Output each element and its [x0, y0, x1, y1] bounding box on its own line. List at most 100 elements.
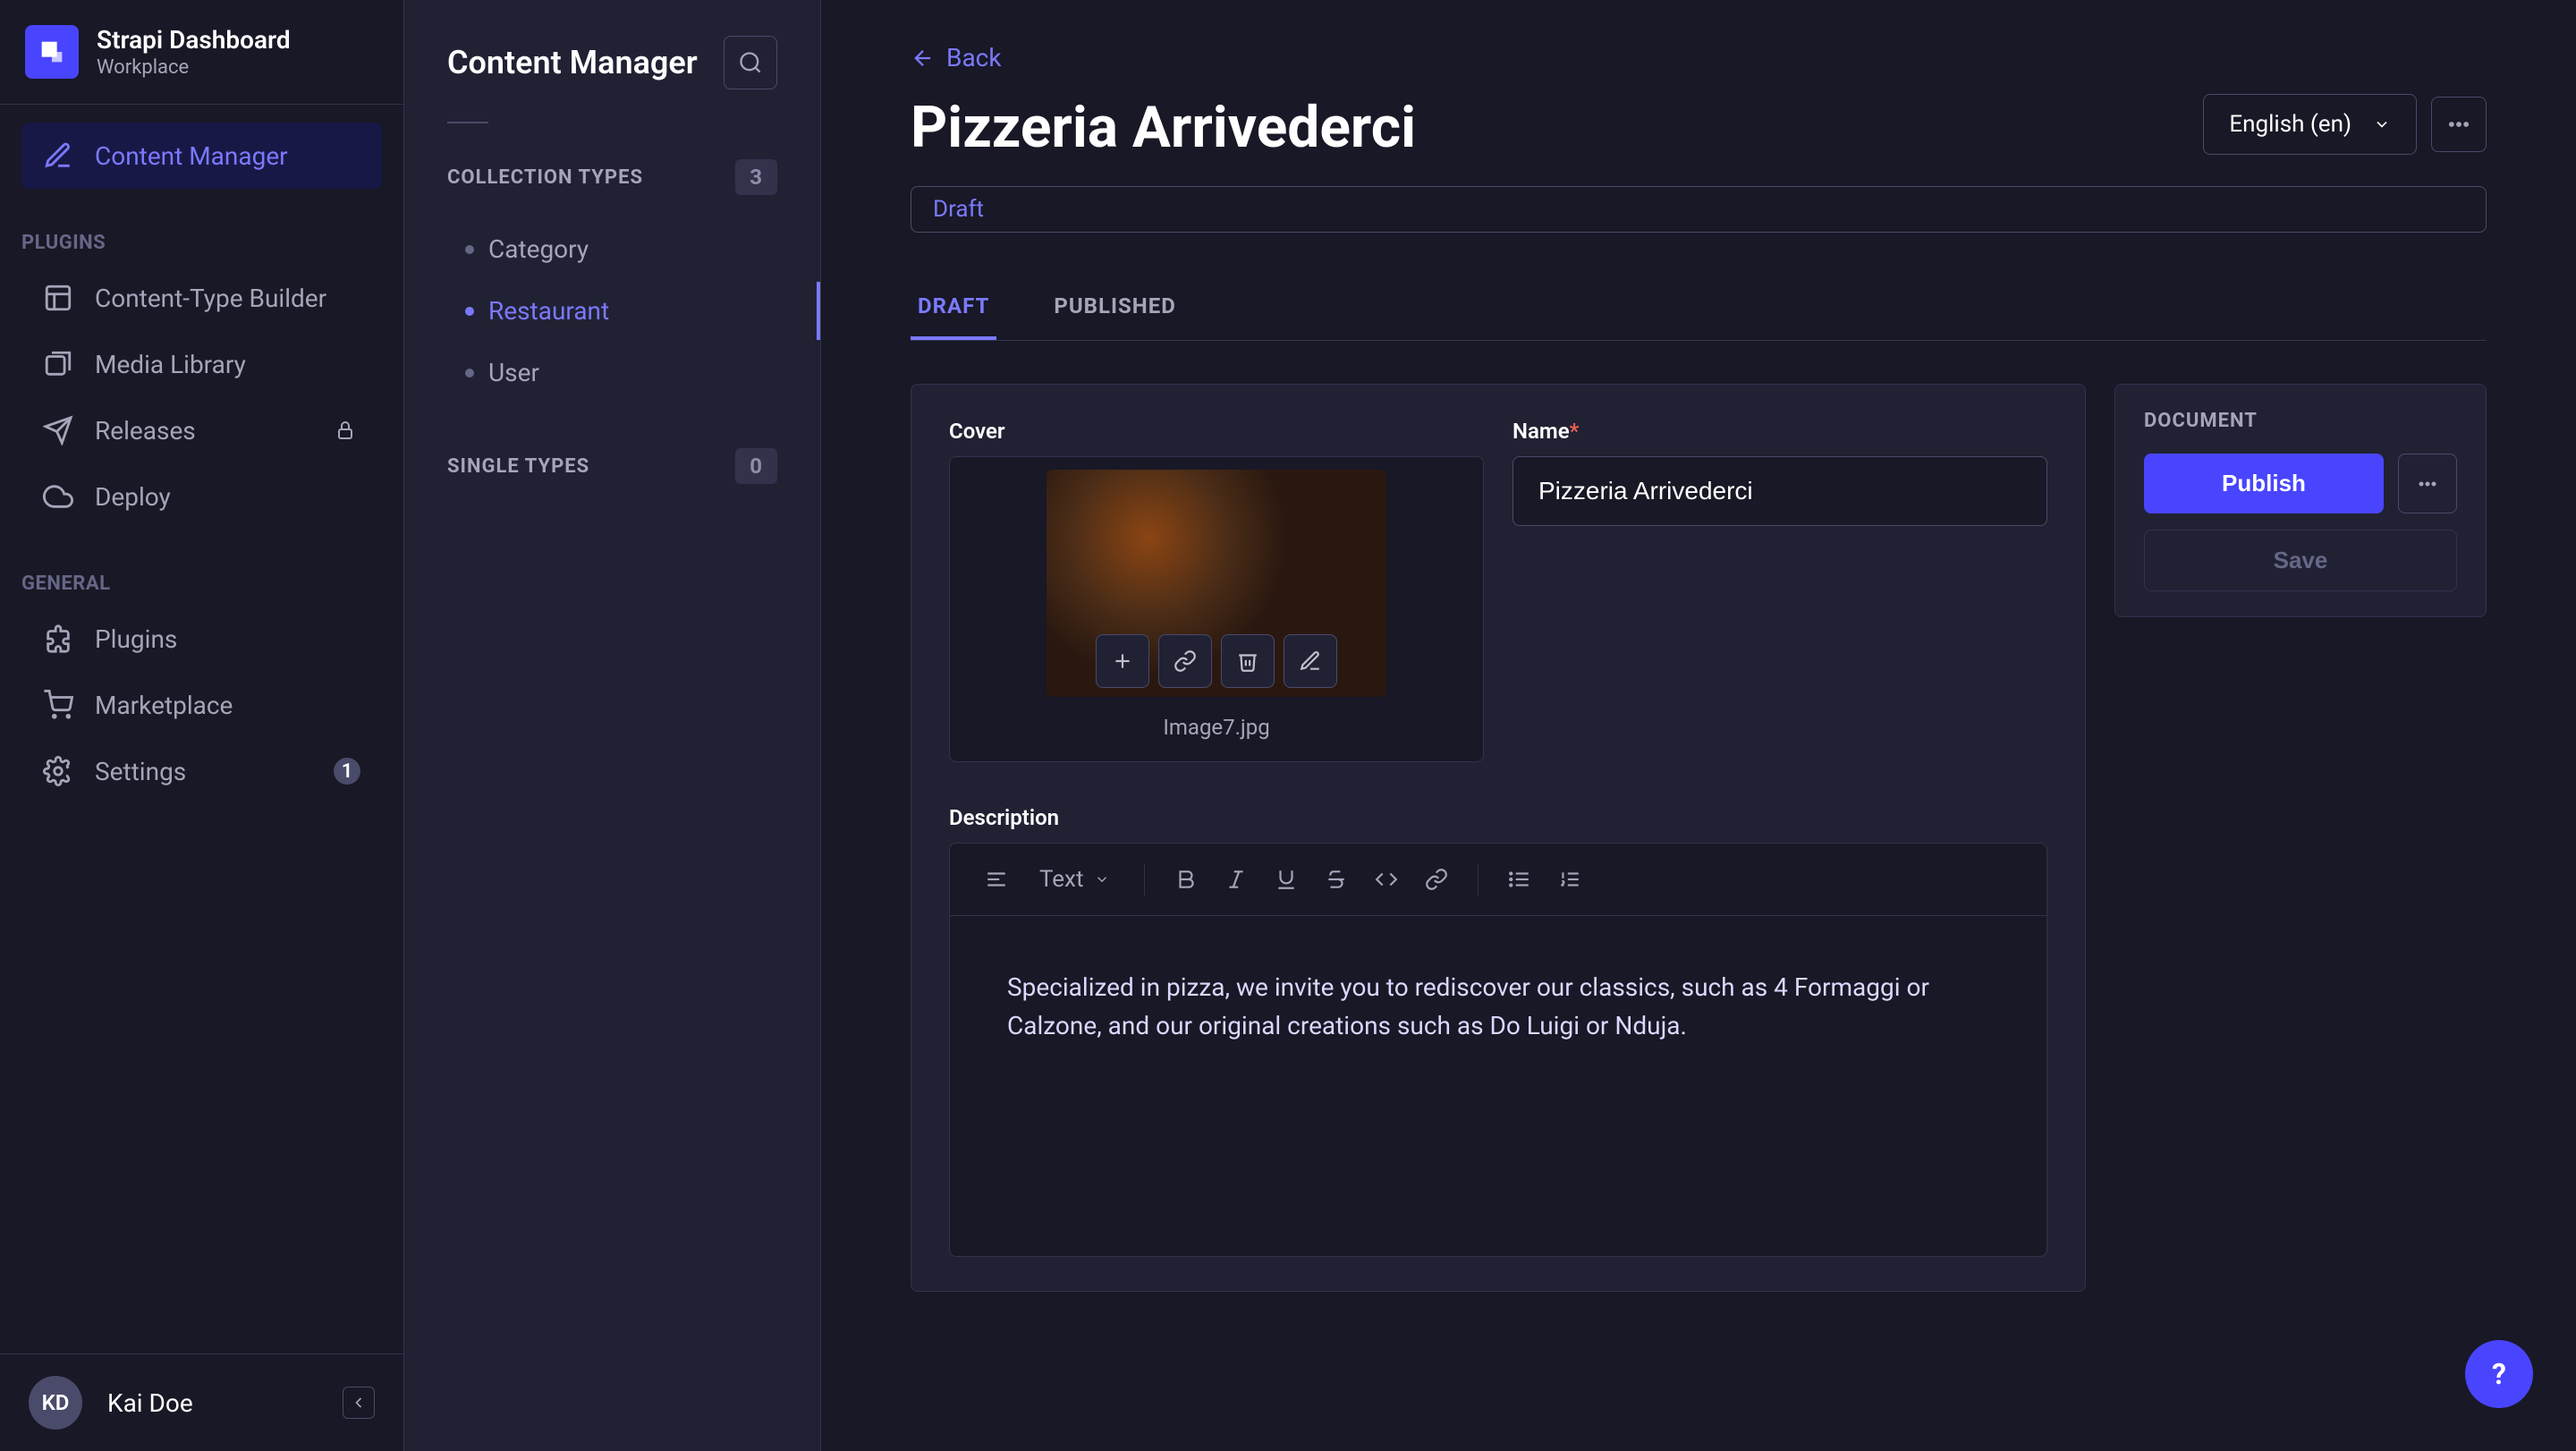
- tab-draft[interactable]: DRAFT: [911, 276, 996, 340]
- nav-label: Settings: [95, 757, 186, 786]
- dot-icon: [465, 369, 474, 378]
- chevron-left-icon: [350, 1394, 368, 1412]
- single-types-count: 0: [735, 448, 777, 484]
- save-button[interactable]: Save: [2144, 530, 2457, 591]
- arrow-left-icon: [911, 46, 936, 71]
- nav-marketplace[interactable]: Marketplace: [21, 672, 382, 738]
- puzzle-icon: [43, 624, 73, 654]
- nav-releases[interactable]: Releases: [21, 397, 382, 463]
- chevron-down-icon: [1094, 871, 1110, 887]
- nav-label: Plugins: [95, 624, 177, 654]
- nav-label: Media Library: [95, 350, 246, 379]
- description-label: Description: [949, 805, 2047, 830]
- types-title: Content Manager: [447, 44, 698, 81]
- cover-image[interactable]: [1046, 470, 1386, 697]
- nav-label: Content Manager: [95, 141, 288, 171]
- tool-align[interactable]: [975, 858, 1018, 901]
- type-label: User: [488, 358, 539, 387]
- cover-add-button[interactable]: [1096, 634, 1149, 688]
- collection-types-count: 3: [735, 159, 777, 195]
- nav-label: Releases: [95, 416, 196, 445]
- collection-types-heading: COLLECTION TYPES: [447, 166, 643, 189]
- divider: [447, 122, 488, 123]
- locale-select[interactable]: English (en): [2203, 94, 2417, 155]
- publish-more-button[interactable]: [2398, 454, 2457, 513]
- pencil-icon: [43, 140, 73, 171]
- image-stack-icon: [43, 349, 73, 379]
- tool-bullet-list[interactable]: [1498, 858, 1541, 901]
- cover-delete-button[interactable]: [1221, 634, 1275, 688]
- dot-icon: [465, 307, 474, 316]
- dots-horizontal-icon: [2446, 112, 2471, 137]
- editor-content[interactable]: Specialized in pizza, we invite you to r…: [950, 916, 2046, 1256]
- nav-heading-general: GENERAL: [0, 547, 403, 606]
- form-side: DOCUMENT Publish Save: [2114, 384, 2487, 1292]
- plus-icon: [1111, 649, 1134, 673]
- brand-title: Strapi Dashboard: [97, 25, 291, 55]
- type-item-user[interactable]: User: [447, 344, 777, 402]
- cover-label: Cover: [949, 419, 1484, 444]
- nav-content-type-builder[interactable]: Content-Type Builder: [21, 265, 382, 331]
- type-label: Category: [488, 234, 589, 264]
- locale-value: English (en): [2229, 111, 2351, 138]
- tool-block-label: Text: [1039, 866, 1083, 893]
- gear-icon: [43, 756, 73, 786]
- name-label: Name*: [1513, 419, 2047, 444]
- tool-block-type[interactable]: Text: [1025, 866, 1124, 893]
- separator: [1144, 863, 1145, 895]
- chevron-down-icon: [2373, 115, 2391, 133]
- content-area: Back Pizzeria Arrivederci English (en) D…: [821, 0, 2576, 1451]
- nav-media-library[interactable]: Media Library: [21, 331, 382, 397]
- send-icon: [43, 415, 73, 445]
- name-input[interactable]: [1513, 456, 2047, 526]
- cover-filename: Image7.jpg: [1163, 715, 1269, 740]
- cover-link-button[interactable]: [1158, 634, 1212, 688]
- publish-button[interactable]: Publish: [2144, 454, 2384, 513]
- nav-label: Deploy: [95, 482, 171, 512]
- underline-icon: [1275, 868, 1298, 891]
- tool-italic[interactable]: [1215, 858, 1258, 901]
- tool-code[interactable]: [1365, 858, 1408, 901]
- brand-subtitle: Workplace: [97, 56, 291, 79]
- dot-icon: [465, 245, 474, 254]
- type-item-restaurant[interactable]: Restaurant: [447, 282, 777, 340]
- page-title: Pizzeria Arrivederci: [911, 94, 1416, 161]
- help-fab[interactable]: ?: [2465, 1340, 2533, 1408]
- nav-settings[interactable]: Settings 1: [21, 738, 382, 804]
- form-main: Cover Image7.jpg: [911, 384, 2086, 1292]
- strapi-logo-icon: [37, 37, 67, 67]
- nav-plugins[interactable]: Plugins: [21, 606, 382, 672]
- italic-icon: [1224, 868, 1248, 891]
- tool-link[interactable]: [1415, 858, 1458, 901]
- nav-content-manager[interactable]: Content Manager: [21, 123, 382, 189]
- settings-badge: 1: [334, 758, 360, 785]
- more-actions-button[interactable]: [2431, 97, 2487, 152]
- cover-edit-button[interactable]: [1284, 634, 1337, 688]
- tab-published[interactable]: PUBLISHED: [1046, 276, 1182, 340]
- tool-strikethrough[interactable]: [1315, 858, 1358, 901]
- align-left-icon: [985, 868, 1008, 891]
- pencil-icon: [1299, 649, 1322, 673]
- nav-label: Marketplace: [95, 691, 233, 720]
- brand-logo: [25, 25, 79, 79]
- tool-ordered-list[interactable]: [1548, 858, 1591, 901]
- rich-text-editor: Text Specialized in p: [949, 843, 2047, 1257]
- tool-bold[interactable]: [1165, 858, 1208, 901]
- back-link[interactable]: Back: [911, 43, 2487, 72]
- collapse-sidebar-button[interactable]: [343, 1387, 375, 1419]
- cloud-icon: [43, 481, 73, 512]
- cover-box: Image7.jpg: [949, 456, 1484, 762]
- search-button[interactable]: [724, 36, 777, 89]
- document-heading: DOCUMENT: [2144, 410, 2457, 432]
- nav-deploy[interactable]: Deploy: [21, 463, 382, 530]
- ordered-list-icon: [1558, 868, 1581, 891]
- document-card: DOCUMENT Publish Save: [2114, 384, 2487, 617]
- type-item-category[interactable]: Category: [447, 220, 777, 278]
- tool-underline[interactable]: [1265, 858, 1308, 901]
- avatar[interactable]: KD: [29, 1376, 82, 1430]
- user-name: Kai Doe: [107, 1388, 193, 1418]
- link-icon: [1174, 649, 1197, 673]
- brand-header: Strapi Dashboard Workplace: [0, 0, 403, 105]
- link-icon: [1425, 868, 1448, 891]
- status-badge: Draft: [911, 186, 2487, 233]
